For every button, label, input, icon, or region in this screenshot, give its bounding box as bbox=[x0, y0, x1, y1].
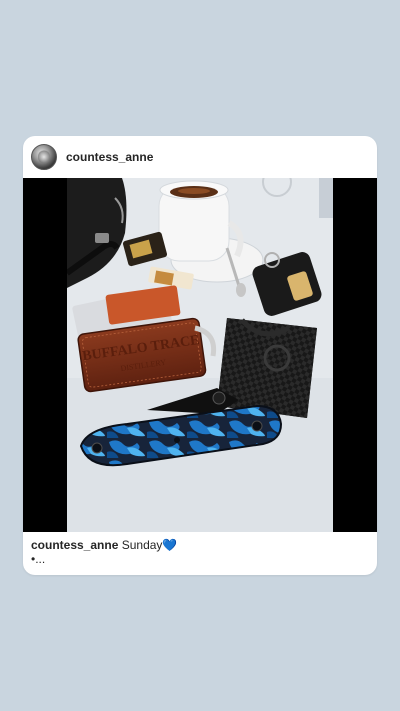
post-username[interactable]: countess_anne bbox=[66, 150, 153, 164]
post-photo[interactable]: BUFFALO TRACE DISTILLERY bbox=[67, 178, 333, 532]
post-header: countess_anne bbox=[23, 136, 377, 178]
avatar[interactable] bbox=[31, 144, 57, 170]
post-media[interactable]: BUFFALO TRACE DISTILLERY bbox=[23, 178, 377, 532]
caption-more-link[interactable]: •... bbox=[31, 552, 369, 566]
post-card: countess_anne BUFFALO TRACE DISTILLERY c… bbox=[23, 136, 377, 575]
blue-heart-icon: 💙 bbox=[162, 538, 178, 552]
post-caption: countess_anne Sunday💙 •... bbox=[31, 538, 369, 566]
caption-line: countess_anne Sunday💙 bbox=[31, 538, 369, 552]
caption-username[interactable]: countess_anne bbox=[31, 538, 118, 552]
photo-illustration: BUFFALO TRACE DISTILLERY bbox=[67, 178, 333, 532]
caption-text: Sunday bbox=[121, 538, 163, 552]
